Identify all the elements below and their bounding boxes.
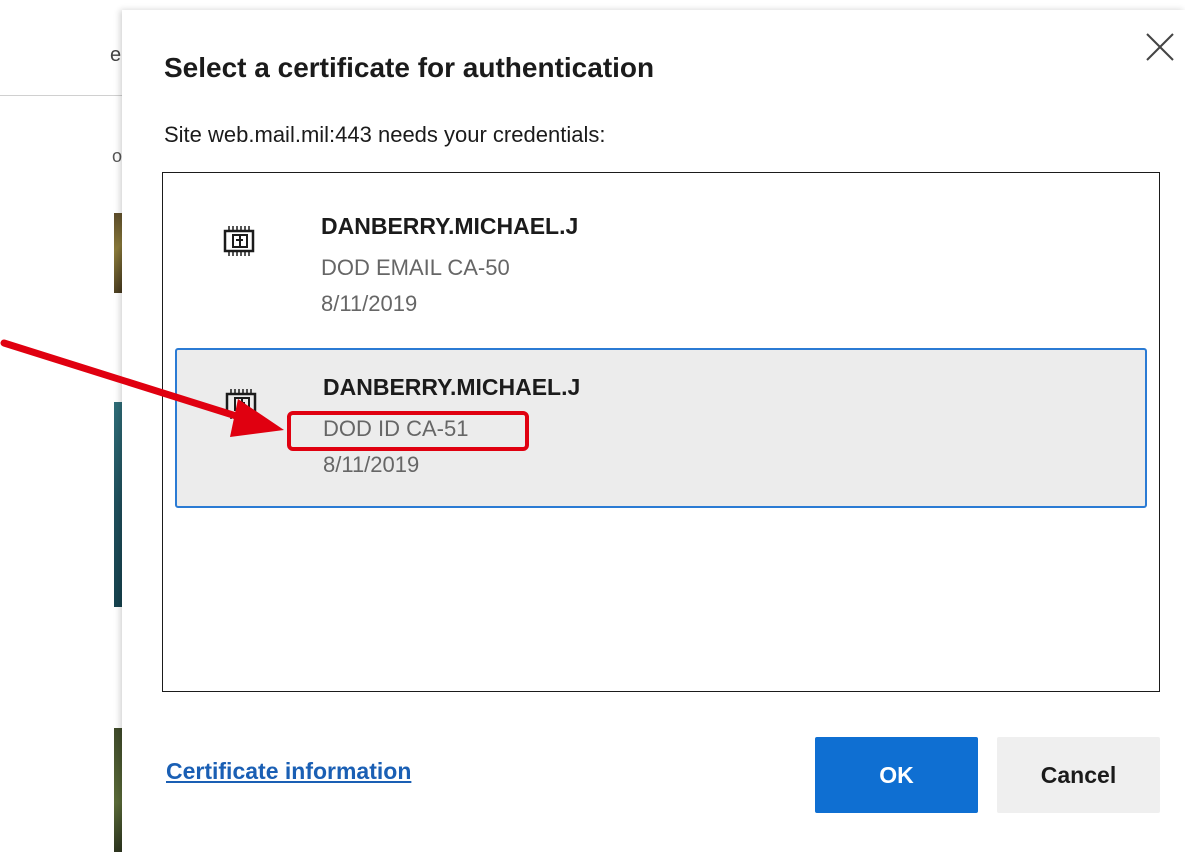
certificate-name: DANBERRY.MICHAEL.J: [323, 374, 581, 400]
background-divider: [0, 95, 130, 96]
certificate-name: DANBERRY.MICHAEL.J: [321, 213, 579, 239]
dialog-title: Select a certificate for authentication: [164, 52, 655, 83]
close-icon: [1146, 33, 1174, 61]
certificate-item[interactable]: DANBERRY.MICHAEL.J DOD EMAIL CA-50 8/11/…: [175, 187, 1147, 347]
certificate-chip-icon: [221, 384, 261, 424]
certificate-chip-icon: [219, 221, 259, 261]
annotation-highlight-box: [287, 411, 529, 451]
certificate-date: 8/11/2019: [323, 452, 420, 477]
dialog-subtitle: Site web.mail.mil:443 needs your credent…: [164, 122, 606, 147]
certificate-date: 8/11/2019: [321, 291, 418, 316]
background-text-fragment: e: [110, 44, 122, 66]
cancel-button[interactable]: Cancel: [997, 737, 1160, 813]
background-page: e o: [0, 0, 130, 852]
certificate-issuer: DOD EMAIL CA-50: [321, 255, 510, 280]
certificate-information-link[interactable]: Certificate information: [166, 758, 411, 785]
close-button[interactable]: [1143, 30, 1177, 64]
ok-button[interactable]: OK: [815, 737, 978, 813]
background-text-fragment: o: [112, 146, 123, 166]
